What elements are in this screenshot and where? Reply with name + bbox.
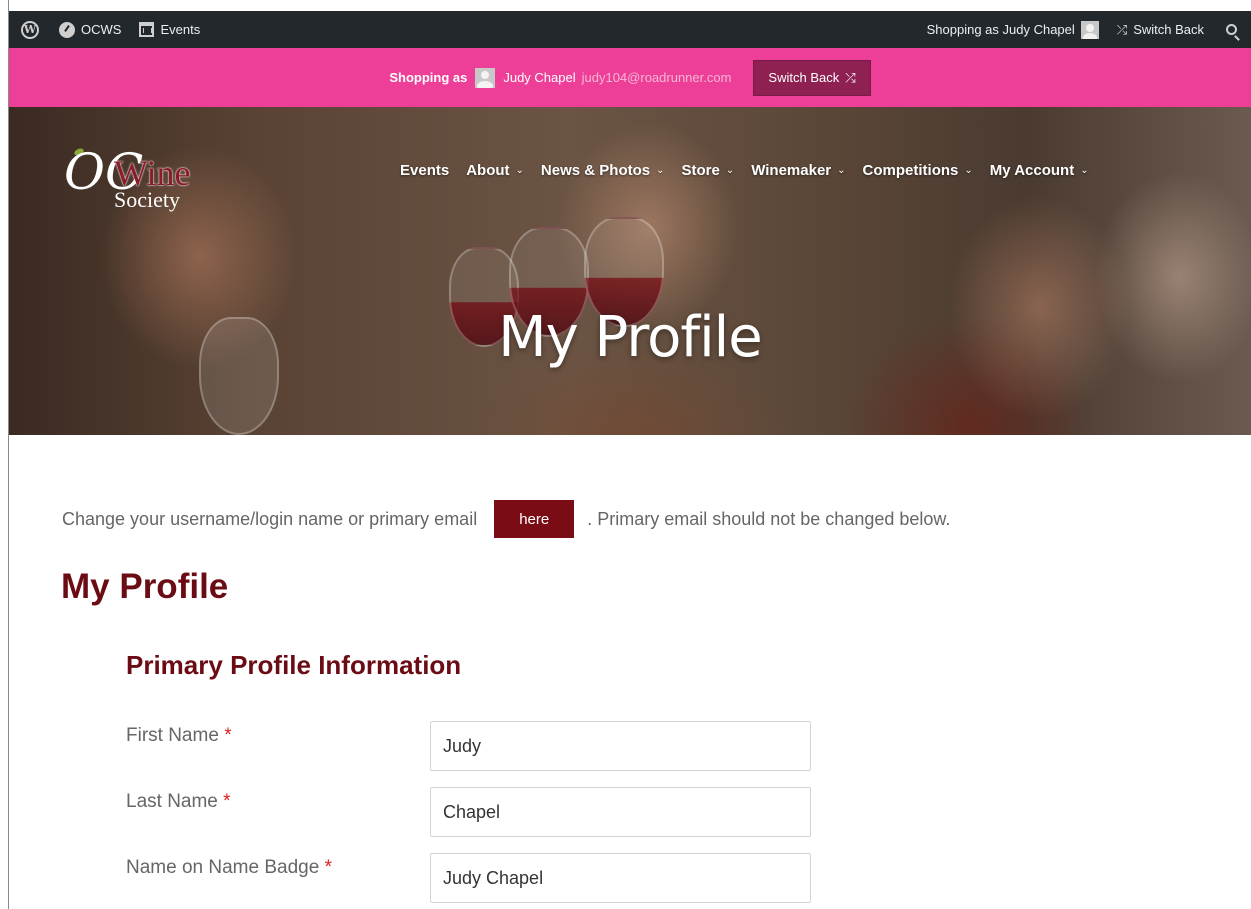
customer-name: Judy Chapel (503, 70, 576, 85)
required-mark: * (224, 725, 232, 746)
avatar (1080, 20, 1099, 39)
nav-item-label: Winemaker (751, 162, 832, 179)
notice-text-before: Change your username/login name or prima… (62, 508, 478, 529)
site-name-link[interactable]: OCWS (59, 21, 122, 38)
name-badge-label: Name on Name Badge * (126, 857, 332, 878)
logo-society: Society (114, 187, 180, 212)
shopping-as-label: Shopping as (389, 70, 468, 85)
required-mark: * (324, 857, 332, 878)
nav-item-events[interactable]: Events (400, 162, 449, 179)
chevron-down-icon: ⌄ (964, 165, 973, 176)
shuffle-icon: ⤮ (1116, 21, 1128, 37)
username-notice: Change your username/login name or prima… (62, 500, 950, 538)
hero-banner: OC Wine Society Events About ⌄ News & Ph… (9, 107, 1251, 435)
switch-back-button[interactable]: Switch Back ⤮ (753, 59, 871, 96)
window-edge (0, 0, 9, 909)
chevron-down-icon: ⌄ (837, 165, 846, 176)
nav-item-news-photos[interactable]: News & Photos ⌄ (541, 162, 665, 179)
nav-item-label: Events (400, 162, 450, 179)
nav-item-my-account[interactable]: My Account ⌄ (990, 162, 1089, 179)
events-link[interactable]: Events (139, 22, 200, 37)
admin-bar: W OCWS Events Shopping as Judy Chapel ⤮ … (9, 11, 1251, 48)
notice-text-after: . Primary email should not be changed be… (587, 508, 951, 529)
section-title: Primary Profile Information (126, 650, 462, 680)
logo-wine: Wine (114, 153, 191, 193)
shuffle-icon: ⤮ (845, 69, 856, 85)
chevron-down-icon: ⌄ (515, 165, 524, 176)
nav-item-store[interactable]: Store ⌄ (682, 162, 735, 179)
nav-item-label: Competitions (862, 162, 959, 179)
shopping-as-label: Shopping as Judy Chapel (926, 22, 1075, 37)
hero-title: My Profile (498, 305, 762, 370)
nav-item-label: News & Photos (540, 162, 651, 179)
page-title: My Profile (61, 567, 229, 606)
main-nav: Events About ⌄ News & Photos ⌄ Store ⌄ W… (400, 162, 1106, 179)
switch-back-link[interactable]: ⤮ Switch Back (1117, 22, 1204, 38)
first-name-label: First Name * (126, 725, 232, 746)
nav-item-label: Store (681, 162, 720, 179)
customer-email: judy104@roadrunner.com (581, 70, 732, 85)
chevron-down-icon: ⌄ (1080, 165, 1089, 176)
shopping-as-menu[interactable]: Shopping as Judy Chapel (926, 20, 1099, 39)
calendar-icon (139, 22, 155, 37)
switch-back-label: Switch Back (768, 70, 840, 85)
here-button[interactable]: here (494, 500, 575, 538)
required-mark: * (223, 791, 231, 812)
events-label: Events (160, 22, 201, 37)
search-icon[interactable] (1226, 24, 1237, 35)
shopping-as-bar: Shopping as Judy Chapel judy104@roadrunn… (9, 48, 1251, 107)
site-name-label: OCWS (81, 22, 122, 37)
nav-item-label: My Account (989, 162, 1075, 179)
switch-back-label: Switch Back (1133, 22, 1204, 37)
nav-item-label: About (466, 162, 510, 179)
site-logo[interactable]: OC Wine Society (64, 147, 234, 227)
first-name-field[interactable] (430, 721, 811, 771)
admin-bar-right: Shopping as Judy Chapel ⤮ Switch Back (927, 11, 1251, 48)
last-name-field[interactable] (430, 787, 811, 837)
nav-item-winemaker[interactable]: Winemaker ⌄ (751, 162, 845, 179)
nav-item-about[interactable]: About ⌄ (466, 162, 524, 179)
chevron-down-icon: ⌄ (656, 165, 665, 176)
name-badge-row: Name on Name Badge * (126, 853, 816, 905)
nav-item-competitions[interactable]: Competitions ⌄ (863, 162, 973, 179)
wordpress-logo-icon: W (21, 20, 39, 39)
dashboard-icon (59, 21, 75, 38)
first-name-row: First Name * (126, 721, 816, 773)
chevron-down-icon: ⌄ (725, 165, 735, 176)
name-badge-field[interactable] (430, 853, 811, 903)
last-name-row: Last Name * (126, 787, 816, 839)
last-name-label: Last Name * (126, 791, 231, 812)
avatar (475, 67, 496, 88)
wordpress-menu[interactable]: W (21, 20, 39, 39)
